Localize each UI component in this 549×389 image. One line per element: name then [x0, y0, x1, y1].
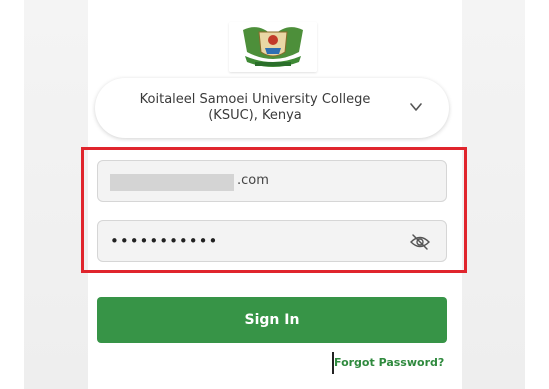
college-select-dropdown[interactable]: Koitaleel Samoei University College (KSU…	[95, 78, 449, 138]
college-select-label: Koitaleel Samoei University College (KSU…	[139, 92, 371, 123]
forgot-password-link[interactable]: Forgot Password?	[334, 356, 444, 369]
sign-in-button[interactable]: Sign In	[97, 297, 447, 343]
chevron-down-icon	[410, 103, 422, 111]
email-field[interactable]: .com	[97, 160, 447, 202]
email-suffix-text: .com	[237, 173, 269, 188]
eye-slash-icon[interactable]	[410, 233, 430, 251]
university-crest-icon	[229, 22, 317, 72]
left-margin	[0, 0, 24, 389]
password-masked-value: •••••••••••	[110, 232, 219, 250]
redacted-email-part	[110, 174, 234, 191]
password-field[interactable]: •••••••••••	[97, 220, 447, 262]
right-margin	[525, 0, 549, 389]
